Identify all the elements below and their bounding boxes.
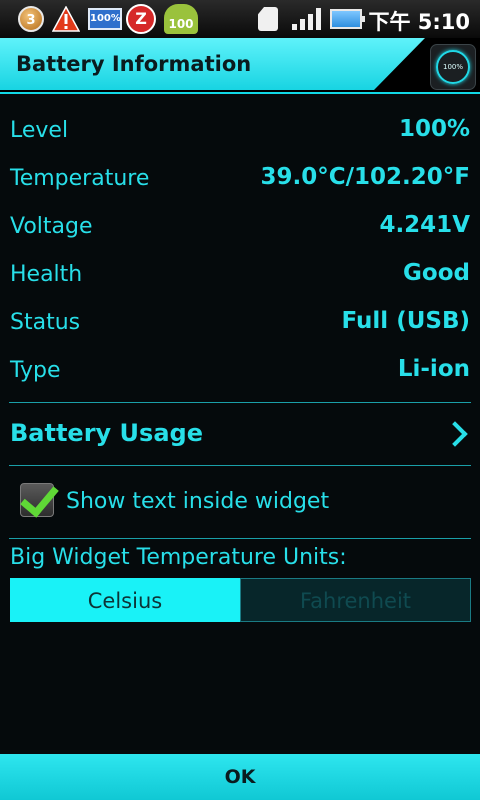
info-label: Type	[10, 358, 61, 383]
notification-badge-icon[interactable]: 3	[18, 6, 44, 32]
checkmark-icon	[20, 477, 59, 518]
chevron-right-icon	[442, 421, 468, 447]
fahrenheit-toggle[interactable]: Fahrenheit	[240, 578, 471, 622]
divider	[9, 538, 471, 539]
info-label: Health	[10, 262, 83, 287]
temperature-units-label: Big Widget Temperature Units:	[10, 545, 347, 570]
info-row-level: Level 100%	[0, 110, 480, 158]
info-value: 100%	[398, 116, 470, 142]
info-value: 4.241V	[379, 212, 470, 238]
ok-label: OK	[224, 766, 256, 788]
info-value: 39.0°C/102.20°F	[260, 164, 471, 190]
info-row-health: Health Good	[0, 254, 480, 302]
clock: 下午 5:10	[368, 10, 470, 34]
info-row-temperature: Temperature 39.0°C/102.20°F	[0, 158, 480, 206]
info-label: Voltage	[10, 214, 93, 239]
show-text-label: Show text inside widget	[66, 489, 330, 514]
info-row-status: Status Full (USB)	[0, 302, 480, 350]
divider	[9, 465, 471, 466]
android-icon[interactable]: 100	[164, 4, 198, 34]
info-value: Li-ion	[397, 356, 470, 382]
status-bar: 3 100% Z 100 下午 5:10	[0, 0, 480, 38]
title-bar: Battery Information 100%	[0, 38, 480, 94]
page-title: Battery Information	[16, 52, 252, 76]
info-value: Full (USB)	[341, 308, 470, 334]
info-label: Status	[10, 310, 81, 335]
sim-icon	[258, 7, 278, 31]
divider	[9, 402, 471, 403]
battery-usage-label: Battery Usage	[10, 419, 203, 447]
battery-widget-icon[interactable]: 100%	[88, 8, 122, 30]
ok-button[interactable]: OK	[0, 754, 480, 800]
alarm-icon[interactable]: Z	[126, 4, 156, 34]
warning-icon[interactable]	[52, 6, 80, 32]
celsius-toggle[interactable]: Celsius	[10, 578, 240, 622]
info-label: Temperature	[10, 166, 150, 191]
info-label: Level	[10, 118, 69, 143]
battery-gauge-icon[interactable]: 100%	[430, 44, 476, 90]
info-row-type: Type Li-ion	[0, 350, 480, 398]
show-text-checkbox[interactable]	[20, 477, 59, 518]
battery-icon	[330, 9, 365, 29]
gauge-text: 100%	[436, 50, 470, 84]
battery-usage-button[interactable]: Battery Usage	[0, 404, 480, 465]
info-row-voltage: Voltage 4.241V	[0, 206, 480, 254]
info-value: Good	[403, 260, 470, 286]
battery-info-list: Level 100% Temperature 39.0°C/102.20°F V…	[0, 110, 480, 398]
show-text-option[interactable]: Show text inside widget	[0, 467, 480, 537]
signal-icon	[292, 8, 322, 30]
